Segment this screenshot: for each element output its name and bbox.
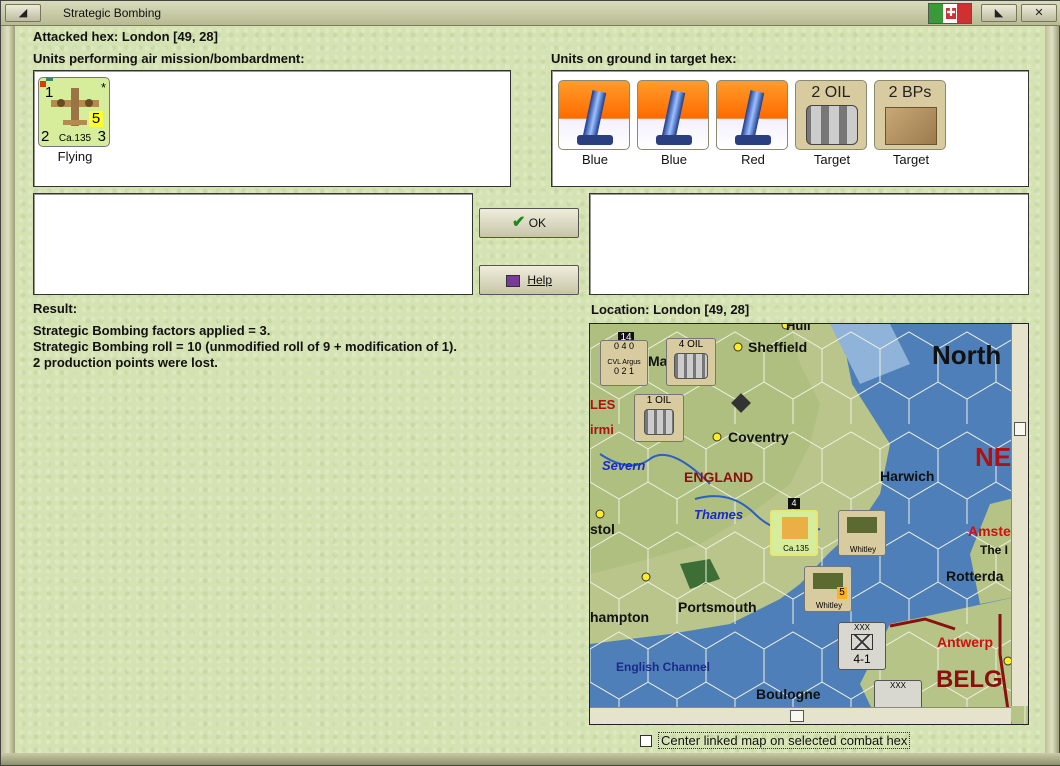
map-label-portsmouth: Portsmouth: [678, 599, 757, 615]
oil-barrels-icon: [644, 409, 674, 435]
center-map-label[interactable]: Center linked map on selected combat hex: [658, 732, 911, 749]
ok-button[interactable]: ✔ OK: [479, 208, 579, 238]
ground-unit-caption: Red: [741, 152, 765, 167]
map-label-english-channel: English Channel: [616, 660, 711, 674]
map-label-belgium: BELG: [936, 666, 1003, 693]
map-label-southampton: hampton: [590, 609, 650, 625]
right-frame: [1045, 26, 1059, 756]
aa-counter[interactable]: [637, 80, 709, 150]
map-counter-1-oil[interactable]: 1 OIL: [634, 394, 684, 442]
close-button[interactable]: ✕: [1021, 4, 1057, 22]
map-label-the-hague: The I: [980, 543, 1009, 557]
map-label-hull: Hull: [786, 323, 811, 333]
infantry-symbol-icon: [851, 634, 873, 650]
ground-units-panel: Blue Blue Red 2 OIL Target 2 BPs Target: [551, 70, 1029, 187]
map-horizontal-scrollbar[interactable]: [590, 707, 1011, 724]
center-map-option[interactable]: Center linked map on selected combat hex: [640, 732, 911, 749]
strategic-bombing-window: ◢ Strategic Bombing ✚ ◣ ✕ Attacked hex: …: [0, 0, 1060, 766]
title-bar: ◢ Strategic Bombing ✚ ◣ ✕: [1, 1, 1060, 26]
map-label-boulogne: Boulogne: [756, 686, 821, 702]
help-book-icon: [505, 274, 520, 287]
map-label-severn: Severn: [602, 458, 646, 473]
air-units-label: Units performing air mission/bombardment…: [33, 51, 305, 66]
map-label-harwich: Harwich: [880, 468, 935, 484]
map-label-coventry: Coventry: [728, 429, 789, 445]
result-label: Result:: [33, 301, 78, 316]
bottom-frame: [1, 753, 1060, 765]
map-counter-cvl-argus[interactable]: 0 4 0 CVL Argus 0 2 1: [600, 340, 648, 386]
help-button[interactable]: Help: [479, 265, 579, 295]
map-counter-4-oil[interactable]: 4 OIL: [666, 338, 716, 386]
location-label: Location: London [49, 28]: [591, 302, 750, 317]
map-counter-whitley-1[interactable]: Whitley: [838, 510, 886, 556]
ground-unit-caption: Target: [892, 152, 930, 167]
ground-unit-aa-3[interactable]: Red: [716, 80, 790, 167]
checkmark-icon: ✔: [511, 214, 526, 231]
oil-barrels-icon: [674, 353, 708, 379]
map-label-england: ENGLAND: [684, 469, 754, 485]
map-label-birmingham: irmi: [590, 422, 614, 437]
scroll-thumb[interactable]: [1014, 422, 1026, 436]
ground-unit-aa-1[interactable]: Blue: [558, 80, 632, 167]
defender-info-box: [589, 193, 1029, 295]
map-label-sheffield: Sheffield: [748, 339, 808, 355]
italy-flag-icon: ✚: [928, 3, 972, 24]
location-map[interactable]: Hull North Sheffield Ma LES irmi Coventr…: [589, 323, 1029, 725]
attacked-hex-label: Attacked hex: London [49, 28]: [33, 29, 218, 44]
ca135-counter[interactable]: 1 * 5 2 Ca.135 3: [38, 77, 110, 147]
bomber-plane-icon: [847, 517, 877, 533]
map-label-rotterdam: Rotterda: [946, 568, 1004, 584]
ground-units-label: Units on ground in target hex:: [551, 51, 737, 66]
crates-icon: [885, 107, 937, 145]
ground-unit-caption: Blue: [581, 152, 609, 167]
bomber-plane-icon: [782, 517, 808, 539]
map-counter-whitley-2[interactable]: 5 Whitley: [804, 566, 852, 612]
ground-unit-caption: Blue: [660, 152, 688, 167]
savoy-cross-icon: ✚: [945, 7, 957, 20]
map-label-netherlands: NE: [975, 442, 1012, 472]
map-label-bristol: stol: [590, 521, 615, 537]
left-frame: [1, 26, 15, 756]
aa-counter[interactable]: [558, 80, 630, 150]
air-unit-status: Flying: [57, 149, 93, 164]
map-label-wales: LES: [590, 397, 616, 412]
map-label-manchester: Ma: [648, 353, 668, 369]
map-label-north: North: [932, 340, 1002, 370]
result-text: Strategic Bombing factors applied = 3. S…: [33, 323, 457, 370]
scroll-thumb[interactable]: [790, 710, 804, 722]
map-vertical-scrollbar[interactable]: [1011, 324, 1028, 706]
ground-unit-oil[interactable]: 2 OIL Target: [795, 80, 869, 167]
center-map-checkbox[interactable]: [640, 734, 652, 747]
map-label-thames: Thames: [694, 507, 744, 522]
minimize-button[interactable]: ◣: [981, 4, 1017, 22]
map-counter-ca135[interactable]: Ca.135: [770, 510, 818, 556]
map-counter-corps[interactable]: XXX 4-1: [838, 622, 886, 670]
unit-marker-icon: [46, 78, 53, 81]
oil-counter[interactable]: 2 OIL: [795, 80, 867, 150]
ground-unit-caption: Target: [813, 152, 851, 167]
map-label-amsterdam: Amste: [968, 523, 1011, 539]
ground-unit-bp[interactable]: 2 BPs Target: [874, 80, 948, 167]
window-menu-button[interactable]: ◢: [5, 4, 41, 22]
air-units-panel: 1 * 5 2 Ca.135 3 Flying: [33, 70, 511, 187]
oil-barrels-icon: [806, 105, 858, 145]
air-unit-ca135[interactable]: 1 * 5 2 Ca.135 3 Flying: [38, 77, 112, 164]
attacker-info-box: [33, 193, 473, 295]
bp-counter[interactable]: 2 BPs: [874, 80, 946, 150]
window-title: Strategic Bombing: [63, 6, 162, 20]
map-label-antwerp: Antwerp: [937, 634, 993, 650]
ground-unit-aa-2[interactable]: Blue: [637, 80, 711, 167]
aa-counter[interactable]: [716, 80, 788, 150]
stack-count-badge: 4: [788, 498, 800, 509]
